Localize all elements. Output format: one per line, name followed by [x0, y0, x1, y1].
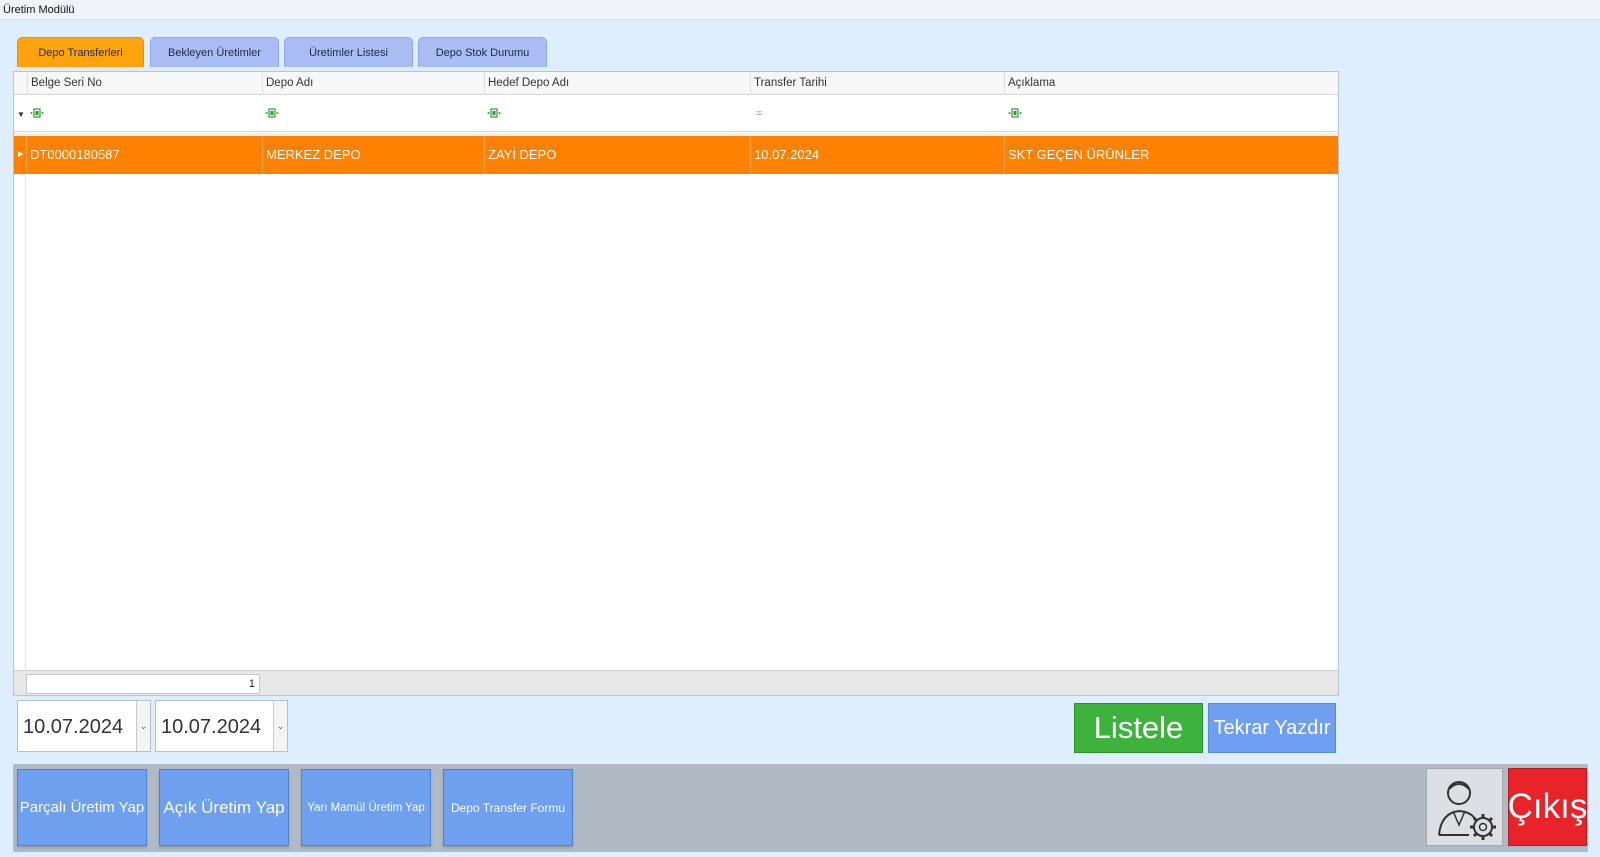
column-header[interactable]: Belge Seri No	[27, 72, 262, 95]
column-header[interactable]: Açıklama	[1004, 72, 1338, 95]
exit-button[interactable]: Çıkış	[1508, 768, 1587, 846]
cell-hedef-depo-adi[interactable]: ZAYİ DEPO	[484, 136, 750, 174]
start-date-value: 10.07.2024	[23, 716, 124, 738]
tab-depo-transferleri[interactable]: Depo Transferleri	[17, 37, 144, 67]
tab-label: Üretimler Listesi	[309, 46, 388, 59]
filter-contains-icon[interactable]	[1008, 108, 1022, 118]
depo-transfer-formu-button[interactable]: Depo Transfer Formu	[443, 769, 573, 846]
end-date-value: 10.07.2024	[161, 716, 262, 738]
list-button[interactable]: Listele	[1074, 703, 1203, 753]
cell-belge-seri-no[interactable]: DT0000180587	[26, 136, 262, 174]
cell-depo-adi[interactable]: MERKEZ DEPO	[262, 136, 484, 174]
tab-label: Depo Stok Durumu	[435, 46, 530, 59]
title-bar: Üretim Modülü	[0, 0, 1600, 20]
user-settings-icon	[1438, 781, 1496, 840]
window-title: Üretim Modülü	[3, 4, 75, 16]
tab-depo-stok-durumu[interactable]: Depo Stok Durumu	[418, 37, 547, 67]
cell-aciklama[interactable]: SKT GEÇEN ÜRÜNLER	[1004, 136, 1338, 174]
filter-row-indicator-icon: ▼	[17, 110, 25, 119]
yari-mamul-uretim-button[interactable]: Yarı Mamül Üretim Yap	[301, 769, 431, 846]
tab-uretimler-listesi[interactable]: Üretimler Listesi	[284, 37, 413, 67]
chevron-down-icon[interactable]: ⌄	[273, 701, 287, 751]
chevron-down-icon[interactable]: ⌄	[136, 701, 150, 751]
acik-uretim-button[interactable]: Açık Üretim Yap	[159, 769, 289, 846]
row-pointer-icon: ▶	[18, 151, 24, 158]
transfers-grid[interactable]: Belge Seri No Depo Adı Hedef Depo Adı Tr…	[13, 71, 1339, 696]
user-settings-button[interactable]	[1426, 768, 1503, 846]
filter-equals-icon[interactable]: =	[756, 109, 762, 120]
tab-label: Bekleyen Üretimler	[168, 46, 261, 59]
filter-contains-icon[interactable]	[487, 108, 501, 118]
cell-transfer-tarihi[interactable]: 10.07.2024	[750, 136, 1004, 174]
row-count: 1	[26, 674, 260, 694]
column-header[interactable]: Depo Adı	[262, 72, 484, 95]
grid-footer: 1	[14, 670, 1338, 695]
tab-bekleyen-uretimler[interactable]: Bekleyen Üretimler	[150, 37, 279, 67]
filter-contains-icon[interactable]	[265, 108, 279, 118]
filter-row: ▼ =	[14, 95, 1338, 132]
filter-contains-icon[interactable]	[30, 108, 44, 118]
reprint-button[interactable]: Tekrar Yazdır	[1208, 703, 1336, 753]
start-date-picker[interactable]: 10.07.2024 ⌄	[17, 700, 151, 752]
end-date-picker[interactable]: 10.07.2024 ⌄	[155, 700, 288, 752]
tab-label: Depo Transferleri	[38, 46, 123, 59]
column-header[interactable]: Transfer Tarihi	[750, 72, 1004, 95]
table-row[interactable]: ▶ DT0000180587 MERKEZ DEPO ZAYİ DEPO 10.…	[14, 136, 1338, 174]
grid-header: Belge Seri No Depo Adı Hedef Depo Adı Tr…	[14, 72, 1338, 95]
parcali-uretim-button[interactable]: Parçalı Üretim Yap	[17, 769, 147, 846]
column-header[interactable]: Hedef Depo Adı	[484, 72, 750, 95]
